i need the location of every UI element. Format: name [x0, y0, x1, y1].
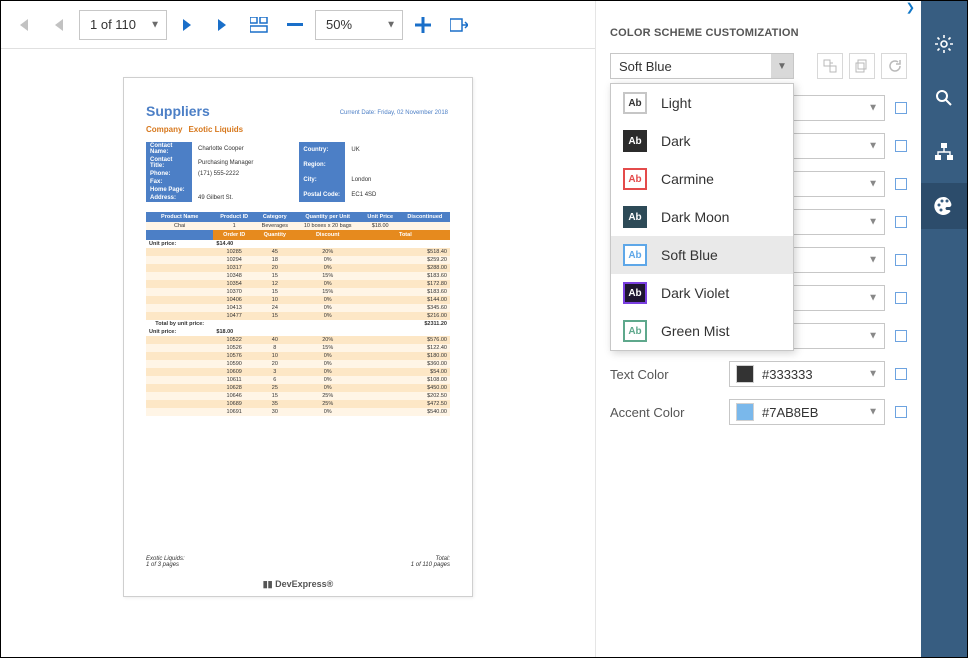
chevron-down-icon: ▼ [771, 54, 793, 78]
chevron-down-icon: ▼ [868, 217, 878, 228]
document-page: Suppliers Current Date: Friday, 02 Novem… [123, 77, 473, 597]
color-row: Text Color #333333▼ [610, 361, 907, 387]
company-label: Company [146, 125, 182, 134]
reset-color-checkbox[interactable] [895, 102, 907, 114]
chevron-down-icon: ▼ [868, 103, 878, 114]
reset-color-checkbox[interactable] [895, 292, 907, 304]
scheme-swatch-icon: Ab [623, 92, 647, 114]
company-value: Exotic Liquids [188, 125, 243, 134]
page-selector[interactable]: 1 of 110 ▼ [79, 10, 167, 40]
next-page-button[interactable] [171, 9, 203, 41]
zoom-in-button[interactable] [407, 9, 439, 41]
scheme-option[interactable]: AbSoft Blue [611, 236, 793, 274]
scheme-option[interactable]: AbCarmine [611, 160, 793, 198]
brand-footer: ▮▮ DevExpress® [124, 579, 472, 590]
zoom-display: 50% [326, 17, 352, 32]
collapse-panel-button[interactable]: ❯ [596, 1, 921, 15]
panel-title: COLOR SCHEME CUSTOMIZATION [596, 15, 921, 53]
page-display: 1 of 110 [90, 17, 136, 32]
scheme-swatch-icon: Ab [623, 168, 647, 190]
scheme-swatch-icon: Ab [623, 244, 647, 266]
reset-scheme-button[interactable] [881, 53, 907, 79]
chevron-down-icon: ▼ [868, 407, 878, 418]
color-label: Accent Color [610, 405, 719, 420]
scheme-option[interactable]: AbGreen Mist [611, 312, 793, 350]
reset-color-checkbox[interactable] [895, 140, 907, 152]
scheme-swatch-icon: Ab [623, 282, 647, 304]
document-viewport[interactable]: Suppliers Current Date: Friday, 02 Novem… [1, 49, 595, 657]
meta-right: Country:UKRegion:City:LondonPostal Code:… [299, 142, 382, 202]
zoom-out-button[interactable] [279, 9, 311, 41]
tab-strip [921, 1, 967, 657]
chevron-down-icon: ▼ [868, 293, 878, 304]
color-row: Accent Color #7AB8EB▼ [610, 399, 907, 425]
chevron-down-icon: ▼ [386, 19, 396, 30]
first-page-button[interactable] [7, 9, 39, 41]
scheme-dropdown: AbLightAbDarkAbCarmineAbDark MoonAbSoft … [610, 83, 794, 351]
chevron-down-icon: ▼ [868, 331, 878, 342]
chevron-down-icon: ▼ [150, 19, 160, 30]
toolbar: 1 of 110 ▼ 50% ▼ [1, 1, 595, 49]
reset-color-checkbox[interactable] [895, 406, 907, 418]
chevron-down-icon: ▼ [868, 179, 878, 190]
reset-color-checkbox[interactable] [895, 254, 907, 266]
scheme-option[interactable]: AbDark [611, 122, 793, 160]
reset-color-checkbox[interactable] [895, 330, 907, 342]
meta-left: Contact Name:Charlotte CooperContact Tit… [146, 142, 259, 202]
reset-color-checkbox[interactable] [895, 216, 907, 228]
side-panel: ❯ COLOR SCHEME CUSTOMIZATION Soft Blue ▼… [595, 1, 921, 657]
doc-date: Current Date: Friday, 02 November 2018 [340, 110, 448, 116]
tab-structure[interactable] [921, 129, 967, 175]
scheme-swatch-icon: Ab [623, 206, 647, 228]
tab-search[interactable] [921, 75, 967, 121]
scheme-swatch-icon: Ab [623, 320, 647, 342]
scheme-selector[interactable]: Soft Blue ▼ [610, 53, 794, 79]
tab-color-scheme[interactable] [921, 183, 967, 229]
copy-scheme-button[interactable] [849, 53, 875, 79]
color-input[interactable]: #7AB8EB▼ [729, 399, 885, 425]
chevron-down-icon: ▼ [868, 141, 878, 152]
save-scheme-button[interactable] [817, 53, 843, 79]
reset-color-checkbox[interactable] [895, 368, 907, 380]
zoom-selector[interactable]: 50% ▼ [315, 10, 403, 40]
prev-page-button[interactable] [43, 9, 75, 41]
chevron-down-icon: ▼ [868, 369, 878, 380]
color-label: Text Color [610, 367, 719, 382]
scheme-option[interactable]: AbDark Violet [611, 274, 793, 312]
data-grid: Product NameProduct IDCategoryQuantity p… [146, 212, 450, 416]
reset-color-checkbox[interactable] [895, 178, 907, 190]
scheme-option[interactable]: AbLight [611, 84, 793, 122]
scheme-selected-label: Soft Blue [619, 59, 672, 74]
chevron-down-icon: ▼ [868, 255, 878, 266]
multipage-button[interactable] [243, 9, 275, 41]
tab-settings[interactable] [921, 21, 967, 67]
last-page-button[interactable] [207, 9, 239, 41]
color-input[interactable]: #333333▼ [729, 361, 885, 387]
scheme-option[interactable]: AbDark Moon [611, 198, 793, 236]
scheme-swatch-icon: Ab [623, 130, 647, 152]
highlight-fields-button[interactable] [443, 9, 475, 41]
